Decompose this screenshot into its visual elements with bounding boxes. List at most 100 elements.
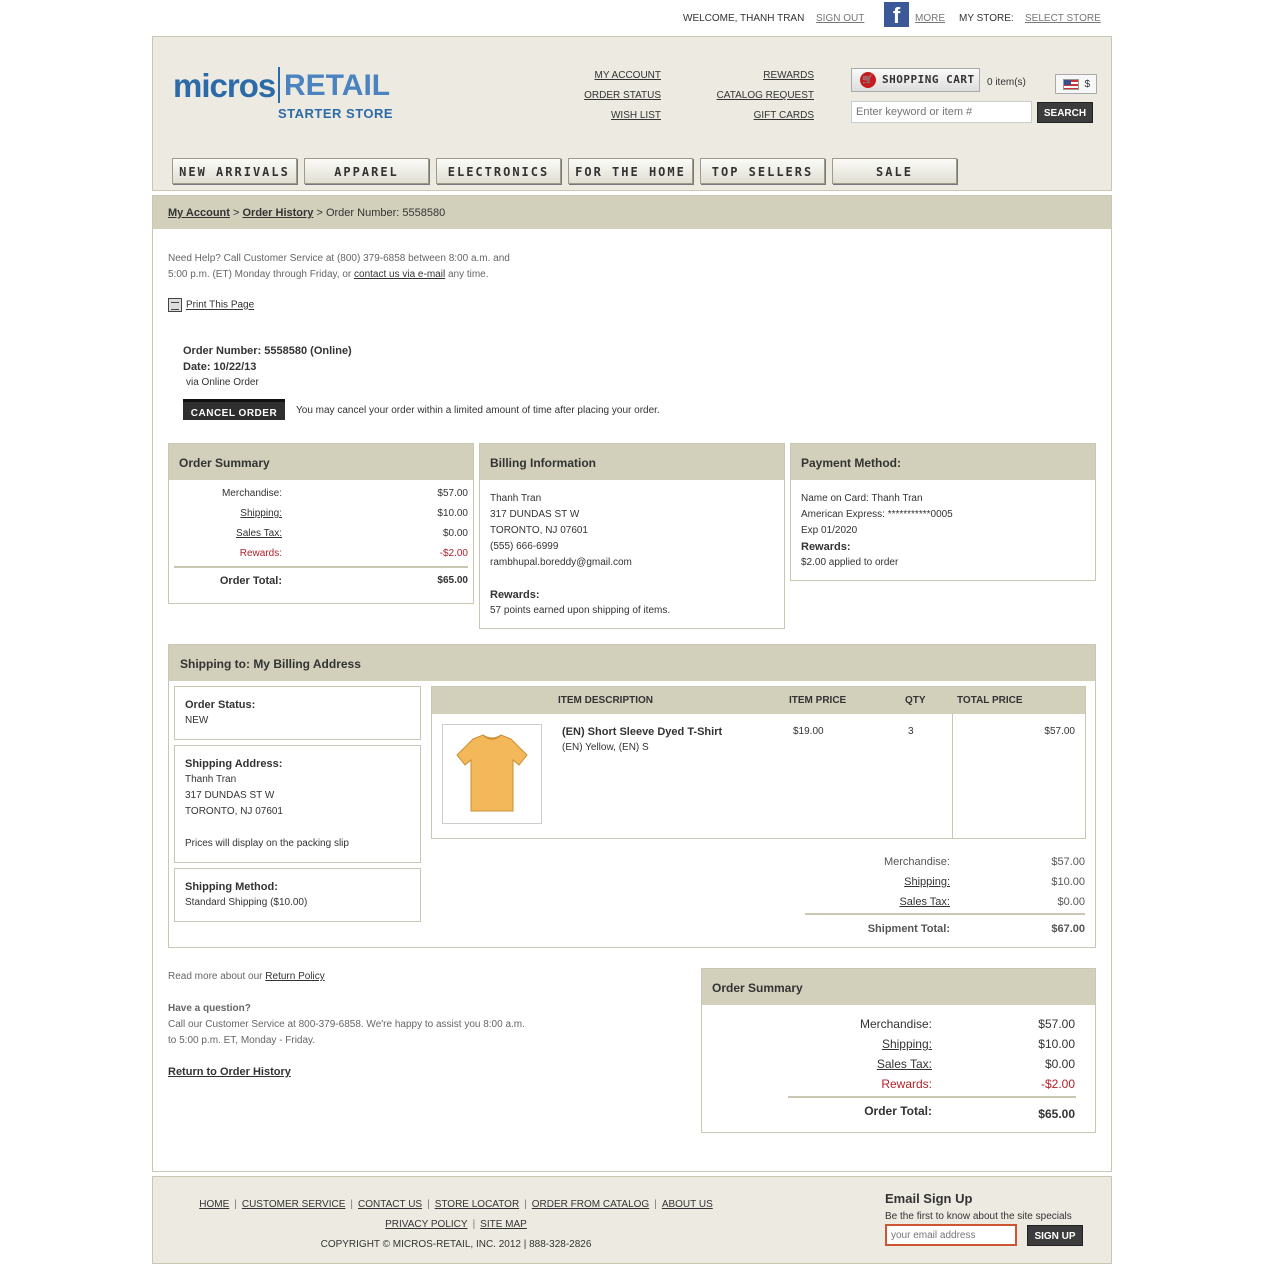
shipping-address-city: TORONTO, NJ 07601 bbox=[185, 806, 283, 817]
currency-selector[interactable]: $ bbox=[1055, 74, 1097, 94]
shipment-total-value: $67.00 bbox=[1051, 923, 1085, 935]
nav-new-arrivals[interactable]: NEW ARRIVALS bbox=[172, 158, 297, 184]
tshirt-icon bbox=[456, 734, 528, 812]
more-link[interactable]: MORE bbox=[915, 13, 945, 24]
breadcrumb-sep: > bbox=[316, 207, 326, 219]
nav-for-the-home[interactable]: FOR THE HOME bbox=[568, 158, 693, 184]
facebook-icon[interactable]: f bbox=[884, 2, 909, 28]
bottom-tax-label[interactable]: Sales Tax: bbox=[877, 1057, 932, 1071]
billing-details: Thanh Tran 317 DUNDAS ST W TORONTO, NJ 0… bbox=[480, 480, 784, 630]
order-status-value: NEW bbox=[185, 715, 209, 726]
billing-email: rambhupal.boreddy@gmail.com bbox=[490, 557, 632, 568]
bottom-total-label: Order Total: bbox=[864, 1104, 932, 1118]
nav-top-sellers[interactable]: TOP SELLERS bbox=[700, 158, 825, 184]
footer-order-from-catalog-link[interactable]: ORDER FROM CATALOG bbox=[532, 1199, 649, 1210]
order-summary-panel: Order Summary Merchandise: $57.00 Shippi… bbox=[168, 443, 474, 604]
bottom-shipping-label[interactable]: Shipping: bbox=[882, 1037, 932, 1051]
billing-name: Thanh Tran bbox=[490, 493, 542, 504]
shipment-shipping-value: $10.00 bbox=[1051, 876, 1085, 888]
item-total: $57.00 bbox=[1044, 726, 1075, 737]
shipment-tax-label[interactable]: Sales Tax: bbox=[899, 896, 950, 908]
print-page-label[interactable]: Print This Page bbox=[186, 300, 254, 311]
bottom-merch-label: Merchandise: bbox=[859, 1017, 932, 1031]
footer-privacy-policy-link[interactable]: PRIVACY POLICY bbox=[385, 1219, 467, 1230]
payment-details: Name on Card: Thanh Tran American Expres… bbox=[791, 480, 1095, 582]
currency-symbol: $ bbox=[1084, 79, 1090, 90]
footer-contact-us-link[interactable]: CONTACT US bbox=[358, 1199, 422, 1210]
logo-retail[interactable]: RETAIL bbox=[284, 69, 390, 103]
my-store-label: MY STORE: bbox=[959, 13, 1014, 24]
footer-copyright: COPYRIGHT © MICROS-RETAIL, INC. 2012 | 8… bbox=[320, 1239, 592, 1250]
nav-sale[interactable]: SALE bbox=[832, 158, 957, 184]
site-footer: HOME | CUSTOMER SERVICE | CONTACT US | STORE L… bbox=[152, 1176, 1112, 1264]
footer-about-us-link[interactable]: ABOUT US bbox=[662, 1199, 713, 1210]
order-info: Order Number: 5558580 (Online) Date: 10/… bbox=[183, 343, 352, 391]
catalog-request-link[interactable]: CATALOG REQUEST bbox=[717, 90, 814, 101]
bottom-merch-value: $57.00 bbox=[1038, 1017, 1075, 1031]
contact-email-link[interactable]: contact us via e-mail bbox=[354, 269, 445, 280]
payment-panel: Payment Method: Name on Card: Thanh Tran… bbox=[790, 443, 1096, 581]
shipping-panel: Shipping to: My Billing Address Order St… bbox=[168, 644, 1096, 948]
shipment-shipping-label[interactable]: Shipping: bbox=[904, 876, 950, 888]
shopping-cart-button[interactable]: 🛒 SHOPPING CART bbox=[851, 68, 980, 92]
search-input[interactable] bbox=[851, 101, 1032, 123]
breadcrumb-order-history[interactable]: Order History bbox=[242, 207, 313, 219]
footer-store-locator-link[interactable]: STORE LOCATOR bbox=[435, 1199, 519, 1210]
my-account-link[interactable]: MY ACCOUNT bbox=[595, 70, 662, 81]
select-store-link[interactable]: SELECT STORE bbox=[1025, 13, 1101, 24]
printer-icon bbox=[168, 298, 182, 312]
item-qty: 3 bbox=[908, 726, 914, 737]
logo-divider bbox=[278, 67, 280, 103]
search-button[interactable]: SEARCH bbox=[1037, 102, 1093, 123]
item-name[interactable]: (EN) Short Sleeve Dyed T-Shirt bbox=[562, 726, 722, 738]
email-field[interactable] bbox=[885, 1224, 1017, 1246]
rewards-link[interactable]: REWARDS bbox=[763, 70, 814, 81]
welcome-text: WELCOME, THANH TRAN bbox=[683, 13, 805, 24]
footer-customer-service-link[interactable]: CUSTOMER SERVICE bbox=[242, 1199, 346, 1210]
shipping-label[interactable]: Shipping: bbox=[240, 508, 282, 519]
breadcrumb: My Account > Order History > Order Numbe… bbox=[153, 196, 1111, 229]
wish-list-link[interactable]: WISH LIST bbox=[611, 110, 661, 121]
item-variant: (EN) Yellow, (EN) S bbox=[562, 742, 649, 753]
order-status-link[interactable]: ORDER STATUS bbox=[584, 90, 661, 101]
return-policy-text: Read more about our Return Policy bbox=[168, 969, 325, 985]
shipping-address-note: Prices will display on the packing slip bbox=[185, 838, 349, 849]
sales-tax-label[interactable]: Sales Tax: bbox=[236, 528, 282, 539]
sign-out-link[interactable]: SIGN OUT bbox=[816, 13, 864, 24]
product-image[interactable] bbox=[442, 724, 542, 824]
payment-title: Payment Method: bbox=[791, 444, 1095, 480]
order-via: via Online Order bbox=[186, 377, 259, 388]
nav-apparel[interactable]: APPAREL bbox=[304, 158, 429, 184]
sign-up-button[interactable]: SIGN UP bbox=[1027, 1225, 1083, 1246]
footer-home-link[interactable]: HOME bbox=[199, 1199, 229, 1210]
gift-cards-link[interactable]: GIFT CARDS bbox=[754, 110, 814, 121]
breadcrumb-current: Order Number: 5558580 bbox=[325, 207, 446, 219]
print-page-link[interactable]: Print This Page bbox=[168, 298, 254, 312]
payment-rewards-label: Rewards: bbox=[801, 541, 851, 553]
order-status-box: Order Status: NEW bbox=[174, 686, 421, 740]
return-policy-link[interactable]: Return Policy bbox=[265, 971, 324, 982]
merchandise-label: Merchandise: bbox=[221, 488, 282, 499]
col-total-price: TOTAL PRICE bbox=[957, 695, 1023, 706]
payment-card: American Express: ***********0005 bbox=[801, 509, 953, 520]
return-to-order-history-link[interactable]: Return to Order History bbox=[168, 1066, 291, 1078]
question-line-1: Call our Customer Service at 800-379-685… bbox=[168, 1019, 525, 1030]
shipping-method-box: Shipping Method: Standard Shipping ($10.… bbox=[174, 868, 421, 922]
order-status-label: Order Status: bbox=[185, 699, 256, 711]
shipment-tax-value: $0.00 bbox=[1057, 896, 1085, 908]
order-total-value: $65.00 bbox=[437, 575, 468, 586]
nav-electronics[interactable]: ELECTRONICS bbox=[436, 158, 561, 184]
help-text: Need Help? Call Customer Service at (800… bbox=[168, 251, 510, 283]
merchandise-value: $57.00 bbox=[437, 488, 468, 499]
billing-city: TORONTO, NJ 07601 bbox=[490, 525, 588, 536]
shipping-title: Shipping to: My Billing Address bbox=[169, 645, 1095, 681]
question-title: Have a question? bbox=[168, 1003, 251, 1014]
shipping-address-box: Shipping Address: Thanh Tran 317 DUNDAS … bbox=[174, 745, 421, 863]
payment-name-on-card: Name on Card: Thanh Tran bbox=[801, 493, 923, 504]
breadcrumb-my-account[interactable]: My Account bbox=[168, 207, 230, 219]
footer-site-map-link[interactable]: SITE MAP bbox=[480, 1219, 527, 1230]
cancel-order-button[interactable]: CANCEL ORDER bbox=[183, 399, 285, 420]
order-date: Date: 10/22/13 bbox=[183, 361, 257, 373]
col-item-description: ITEM DESCRIPTION bbox=[558, 695, 654, 706]
logo[interactable]: micros bbox=[173, 67, 276, 105]
